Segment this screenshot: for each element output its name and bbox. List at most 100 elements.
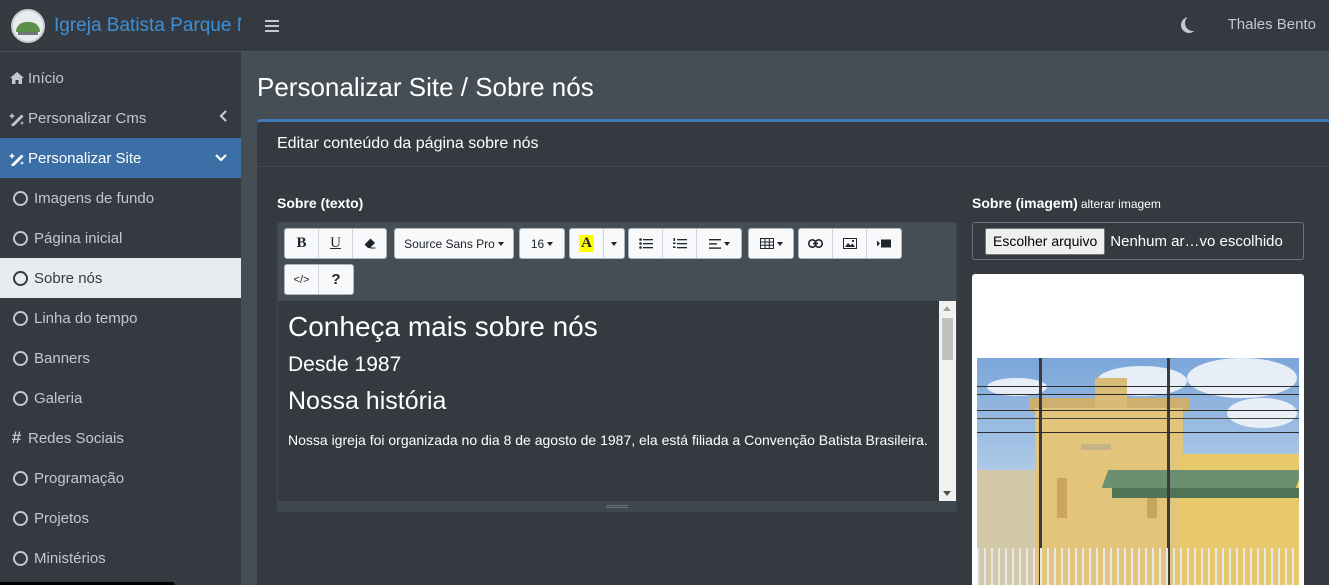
picture-icon[interactable] xyxy=(833,229,867,258)
table-icon xyxy=(759,238,774,249)
link-icon[interactable] xyxy=(799,229,833,258)
sidebar-item-redes-sociais[interactable]: # Redes Sociais xyxy=(0,418,241,458)
bars-icon[interactable] xyxy=(265,19,279,32)
sidebar-item-label: Redes Sociais xyxy=(28,429,124,447)
sidebar-item-imagens-de-fundo[interactable]: Imagens de fundo xyxy=(0,178,241,218)
page-title: Personalizar Site / Sobre nós xyxy=(257,72,594,102)
scroll-thumb[interactable] xyxy=(942,318,953,360)
church-logo xyxy=(11,8,45,43)
chevron-down-icon xyxy=(215,149,227,165)
align-dropdown[interactable] xyxy=(697,229,741,258)
hashtag-icon: # xyxy=(11,428,22,447)
sidebar-item-linha-do-tempo[interactable]: Linha do tempo xyxy=(0,298,241,338)
circle-icon xyxy=(12,550,28,566)
editor-scrollbar[interactable] xyxy=(939,301,956,501)
sidebar-item-label: Programação xyxy=(34,469,125,487)
image-label-text: Sobre (imagem) xyxy=(972,195,1078,211)
magic-wand-icon xyxy=(7,151,26,166)
sidebar-item-label: Personalizar Site xyxy=(28,149,142,167)
moon-icon[interactable] xyxy=(1181,17,1197,33)
sidebar-item-label: Imagens de fundo xyxy=(34,189,155,207)
sidebar-item-personalizar-cms[interactable]: Personalizar Cms xyxy=(0,98,241,138)
sidebar-item-label: Linha do tempo xyxy=(34,309,138,327)
sidebar-item-pagina-inicial[interactable]: Página inicial xyxy=(0,218,241,258)
user-name[interactable]: Thales Bento xyxy=(1228,16,1316,33)
caret-down-icon xyxy=(547,241,554,246)
circle-icon xyxy=(12,390,28,406)
text-color-button[interactable]: A xyxy=(570,229,604,258)
color-group: A xyxy=(569,228,625,259)
circle-icon xyxy=(12,350,28,366)
circle-icon xyxy=(12,190,28,206)
circle-icon xyxy=(12,310,28,326)
home-icon xyxy=(7,71,26,85)
sidebar-item-label: Galeria xyxy=(34,389,83,407)
editor-heading-3: Nossa história xyxy=(288,387,447,415)
edit-card: Editar conteúdo da página sobre nós Sobr… xyxy=(257,119,1329,585)
topbar: Thales Bento xyxy=(241,0,1329,52)
sidebar-item-label: Ministérios xyxy=(34,549,106,567)
image-file-input[interactable]: Escolher arquivo Nenhum ar…vo escolhido xyxy=(972,222,1304,260)
choose-file-button[interactable]: Escolher arquivo xyxy=(985,227,1106,255)
caret-down-icon xyxy=(611,241,617,246)
scroll-up-icon[interactable] xyxy=(943,306,951,311)
help-button[interactable]: ? xyxy=(319,265,353,294)
sidebar-item-label: Projetos xyxy=(34,509,90,527)
image-label: Sobre (imagem) alterar imagem xyxy=(972,195,1161,211)
image-label-hint: alterar imagem xyxy=(1080,197,1161,211)
editor-toolbar: B U Source Sans Pro 16 A </> ? xyxy=(278,223,956,300)
sidebar-item-inicio[interactable]: Início xyxy=(0,58,241,98)
church-photo xyxy=(977,358,1299,585)
ordered-list-icon[interactable] xyxy=(663,229,697,258)
main-content: Personalizar Site / Sobre nós Editar con… xyxy=(241,52,1329,585)
image-preview xyxy=(972,274,1304,585)
scroll-down-icon[interactable] xyxy=(943,491,951,496)
caret-down-icon xyxy=(776,241,783,246)
editor-resize-handle[interactable] xyxy=(278,501,956,511)
font-size-dropdown[interactable]: 16 xyxy=(520,229,564,258)
brand-name: Igreja Batista Parque Nova xyxy=(54,14,241,36)
sidebar-item-projetos[interactable]: Projetos xyxy=(0,498,241,538)
text-color-icon: A xyxy=(579,235,594,252)
misc-group: </> ? xyxy=(284,264,354,295)
color-dropdown[interactable] xyxy=(604,229,624,258)
circle-icon xyxy=(12,510,28,526)
magic-wand-icon xyxy=(7,111,26,126)
sidebar-item-programacao[interactable]: Programação xyxy=(0,458,241,498)
sidebar-item-label: Personalizar Cms xyxy=(28,109,147,127)
sidebar-item-label: Página inicial xyxy=(34,229,123,247)
sidebar-item-label: Banners xyxy=(34,349,90,367)
caret-down-icon xyxy=(723,241,730,246)
editor-content[interactable]: Conheça mais sobre nós Desde 1987 Nossa … xyxy=(278,301,940,501)
underline-button[interactable]: U xyxy=(319,229,353,258)
sidebar: Igreja Batista Parque Nova Início Person… xyxy=(0,0,241,585)
editor-paragraph: Nossa igreja foi organizada no dia 8 de … xyxy=(288,432,928,448)
font-family-group: Source Sans Pro xyxy=(394,228,514,259)
sidebar-item-banners[interactable]: Banners xyxy=(0,338,241,378)
unordered-list-icon[interactable] xyxy=(629,229,663,258)
align-left-icon xyxy=(708,238,721,249)
video-icon[interactable] xyxy=(867,229,901,258)
text-label: Sobre (texto) xyxy=(277,195,364,211)
chevron-left-icon xyxy=(219,109,227,125)
table-dropdown[interactable] xyxy=(749,229,793,258)
sidebar-item-ministerios[interactable]: Ministérios xyxy=(0,538,241,578)
sidebar-item-galeria[interactable]: Galeria xyxy=(0,378,241,418)
style-group: B U xyxy=(284,228,387,259)
table-group xyxy=(748,228,794,259)
font-family-value: Source Sans Pro xyxy=(404,236,495,251)
sidebar-item-personalizar-site[interactable]: Personalizar Site xyxy=(0,138,241,178)
brand[interactable]: Igreja Batista Parque Nova xyxy=(0,0,241,52)
sidebar-nav: Início Personalizar Cms Personalizar Sit… xyxy=(0,52,241,578)
sidebar-item-label: Início xyxy=(28,69,64,87)
circle-icon xyxy=(12,230,28,246)
code-view-button[interactable]: </> xyxy=(285,265,319,294)
caret-down-icon xyxy=(497,241,504,246)
eraser-icon[interactable] xyxy=(353,229,386,258)
sidebar-item-sobre-nos[interactable]: Sobre nós xyxy=(0,258,241,298)
editor-heading-1: Conheça mais sobre nós xyxy=(288,311,598,342)
insert-group xyxy=(798,228,902,259)
bold-button[interactable]: B xyxy=(285,229,319,258)
font-family-dropdown[interactable]: Source Sans Pro xyxy=(395,229,513,258)
sidebar-item-label: Sobre nós xyxy=(34,269,103,287)
